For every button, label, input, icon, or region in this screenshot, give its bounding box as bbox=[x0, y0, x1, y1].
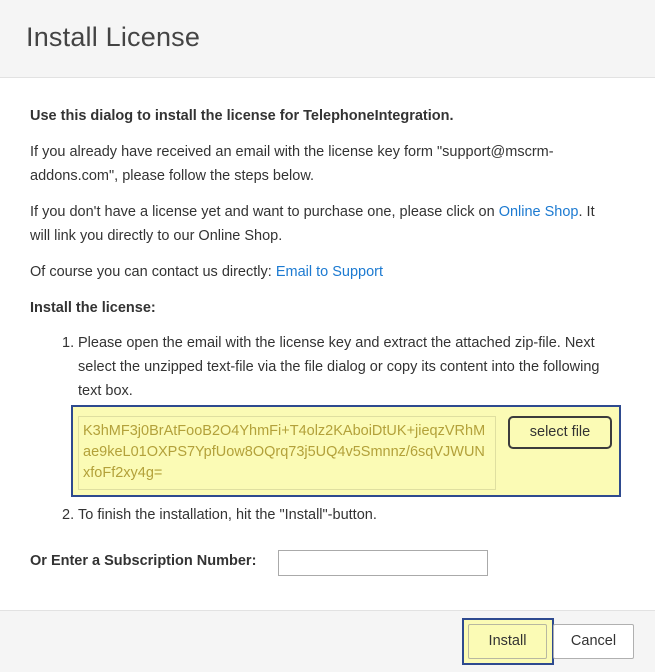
email-instructions: If you already have received an email wi… bbox=[30, 144, 554, 184]
step-2-text: To finish the installation, hit the "Ins… bbox=[78, 507, 377, 523]
subscription-number-input[interactable] bbox=[278, 550, 488, 576]
subscription-label: Or Enter a Subscription Number: bbox=[30, 553, 257, 569]
install-heading: Install the license: bbox=[30, 300, 156, 316]
step-2-number: 2. bbox=[62, 507, 75, 523]
intro-text: Use this dialog to install the license f… bbox=[30, 108, 454, 124]
step-1-text: Please open the email with the license k… bbox=[78, 335, 600, 399]
online-shop-link[interactable]: Online Shop bbox=[499, 204, 579, 220]
contact-text: Of course you can contact us directly: bbox=[30, 264, 276, 280]
install-button[interactable]: Install bbox=[468, 624, 547, 659]
license-key-textarea[interactable]: K3hMF3j0BrAtFooB2O4YhmFi+T4olz2KAboiDtUK… bbox=[78, 416, 496, 490]
select-file-button[interactable]: select file bbox=[508, 416, 612, 449]
purchase-instructions: If you don't have a license yet and want… bbox=[30, 200, 610, 248]
cancel-button[interactable]: Cancel bbox=[553, 624, 634, 659]
dialog-header: Install License bbox=[0, 0, 655, 78]
email-support-link[interactable]: Email to Support bbox=[276, 264, 383, 280]
step-1-number: 1. bbox=[62, 335, 75, 351]
dialog-title: Install License bbox=[26, 22, 201, 52]
dialog-body: Use this dialog to install the license f… bbox=[30, 104, 610, 320]
purchase-text-prefix: If you don't have a license yet and want… bbox=[30, 204, 499, 220]
contact-instructions: Of course you can contact us directly: E… bbox=[30, 260, 610, 284]
